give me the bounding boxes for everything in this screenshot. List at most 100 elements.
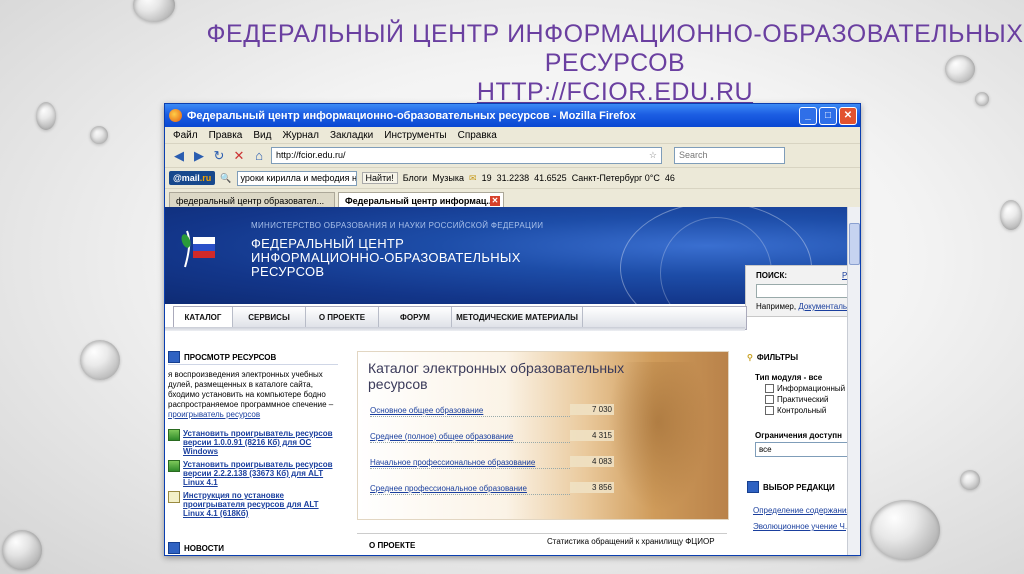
nav-divider [165,327,745,331]
site-search-input[interactable] [756,284,858,298]
search-example-link[interactable]: Документальн [798,302,851,311]
back-icon[interactable]: ◀ [171,148,187,164]
section-icon [168,542,180,554]
usd-rate[interactable]: 31.2238 [497,173,530,183]
section-icon [168,351,180,363]
address-text: http://fcior.edu.ru/ [276,150,346,160]
home-icon[interactable]: ⌂ [251,148,267,163]
menu-tools[interactable]: Инструменты [384,130,446,141]
music-link[interactable]: Музыка [432,173,464,183]
install-linux-link[interactable]: Установить проигрыватель ресурсов версии… [183,460,340,487]
module-type-label: Тип модуля - все [755,373,823,382]
player-link[interactable]: проигрыватель ресурсов [168,410,260,419]
bottom-panels: О ПРОЕКТЕ Статистика обращений к хранили… [357,533,727,555]
nav-forum[interactable]: ФОРУМ [379,307,452,329]
slide-title: ФЕДЕРАЛЬНЫЙ ЦЕНТР ИНФОРМАЦИОННО-ОБРАЗОВА… [190,20,1024,107]
access-select[interactable]: все [755,442,860,457]
checkbox[interactable] [765,406,774,415]
checkbox[interactable] [765,384,774,393]
catalog-count: 4 083 [570,456,614,467]
mail-count[interactable]: 19 [482,173,492,183]
menu-bookmarks[interactable]: Закладки [330,130,373,141]
install-windows-link[interactable]: Установить проигрыватель ресурсов версии… [183,429,340,456]
menu-edit[interactable]: Правка [209,130,243,141]
checkbox[interactable] [765,395,774,404]
water-drop [36,102,56,130]
address-bar[interactable]: http://fcior.edu.ru/ ☆ [271,147,662,164]
player-info-text: я воспроизведения электронных учебных ду… [168,370,334,419]
menu-view[interactable]: Вид [253,130,271,141]
search-input[interactable]: Search [674,147,785,164]
menu-help[interactable]: Справка [458,130,497,141]
water-drop [870,500,940,560]
section-icon [747,481,759,493]
find-button[interactable]: Найти! [361,172,398,184]
catalog-count: 7 030 [570,404,614,415]
filter-option[interactable]: Практический [755,394,860,405]
blogs-link[interactable]: Блоги [403,173,427,183]
nav-about[interactable]: О ПРОЕКТЕ [306,307,379,329]
mailru-logo[interactable]: @mail.ru [169,171,216,185]
download-links: Установить проигрыватель ресурсов версии… [168,429,340,522]
editors-choice-heading: ВЫБОР РЕДАКЦИ [747,480,860,494]
document-icon [168,491,180,503]
menu-history[interactable]: Журнал [282,130,319,141]
view-resources-heading: ПРОСМОТР РЕСУРСОВ [168,350,338,365]
search-example: Например, Документальн [756,302,852,311]
water-drop [1000,200,1022,230]
search-label: ПОИСК: [756,271,788,280]
water-drop [133,0,175,22]
bookmark-star-icon[interactable]: ☆ [649,148,657,163]
toolbar-query-input[interactable]: уроки кирилла и мефодия на [236,170,357,186]
menu-bar: Файл Правка Вид Журнал Закладки Инструме… [165,127,860,143]
page-content: МИНИСТЕРСТВО ОБРАЗОВАНИЯ И НАУКИ РОССИЙС… [165,207,860,555]
filters-heading: ⚲ ФИЛЬТРЫ [747,352,799,362]
catalog-box: Каталог электронных образовательных ресу… [357,351,729,520]
stop-icon[interactable]: ✕ [231,148,247,164]
browser-window: Федеральный центр информационно-образова… [164,103,861,556]
catalog-link-secondary[interactable]: Среднее (полное) общее образование [370,432,570,443]
nav-methodical[interactable]: МЕТОДИЧЕСКИЕ МАТЕРИАЛЫ [452,307,583,329]
close-button[interactable]: ✕ [839,106,857,125]
site-name[interactable]: ФЕДЕРАЛЬНЫЙ ЦЕНТР ИНФОРМАЦИОННО-ОБРАЗОВА… [251,237,541,279]
stats-heading[interactable]: Статистика обращений к хранилищу ФЦИОР [547,537,717,546]
filter-option[interactable]: Контрольный [755,405,860,416]
eur-rate[interactable]: 41.6525 [534,173,567,183]
install-icon [168,460,180,472]
nav-services[interactable]: СЕРВИСЫ [233,307,306,329]
editors-link[interactable]: Эволюционное учение Ч.Д [753,522,852,531]
maximize-button[interactable]: □ [819,106,837,125]
catalog-count: 4 315 [570,430,614,441]
navigation-toolbar: ◀ ▶ ↻ ✕ ⌂ http://fcior.edu.ru/ ☆ Search [165,143,860,167]
weather-label[interactable]: Санкт-Петербург 0°С [572,173,660,183]
catalog-link-initial-prof[interactable]: Начальное профессиональное образование [370,458,570,469]
vertical-scrollbar[interactable] [847,207,860,555]
filter-option[interactable]: Информационный [755,383,860,394]
catalog-count: 3 856 [570,482,614,493]
close-tab-icon[interactable]: ✕ [490,196,500,206]
install-icon [168,429,180,441]
mailru-toolbar: @mail.ru 🔍 уроки кирилла и мефодия на На… [165,167,860,188]
catalog-title: Каталог электронных образовательных ресу… [368,360,625,392]
extra-count[interactable]: 46 [665,173,675,183]
water-drop [90,126,108,144]
filters-panel: Тип модуля - все Информационный Практиче… [755,372,860,441]
site-logo-icon[interactable] [181,229,217,269]
scrollbar-thumb[interactable] [849,223,860,265]
site-search-panel: ПОИСК: Р Например, Документальн [745,265,860,317]
editors-link[interactable]: Определение содержания [753,506,851,515]
editors-links: Определение содержания Эволюционное учен… [753,503,860,535]
forward-icon[interactable]: ▶ [191,148,207,164]
news-heading: НОВОСТИ [168,541,340,555]
catalog-link-basic[interactable]: Основное общее образование [370,406,570,417]
catalog-link-secondary-prof[interactable]: Среднее профессиональное образование [370,484,570,495]
about-project-heading[interactable]: О ПРОЕКТЕ [369,541,415,550]
mail-icon: ✉ [469,172,477,183]
search-icon: 🔍 [220,172,232,183]
firefox-icon [169,109,182,122]
minimize-button[interactable]: _ [799,106,817,125]
reload-icon[interactable]: ↻ [211,148,227,164]
water-drop [960,470,980,490]
menu-file[interactable]: Файл [173,130,198,141]
install-guide-link[interactable]: Инструкция по установке проигрывателя ре… [183,491,340,518]
